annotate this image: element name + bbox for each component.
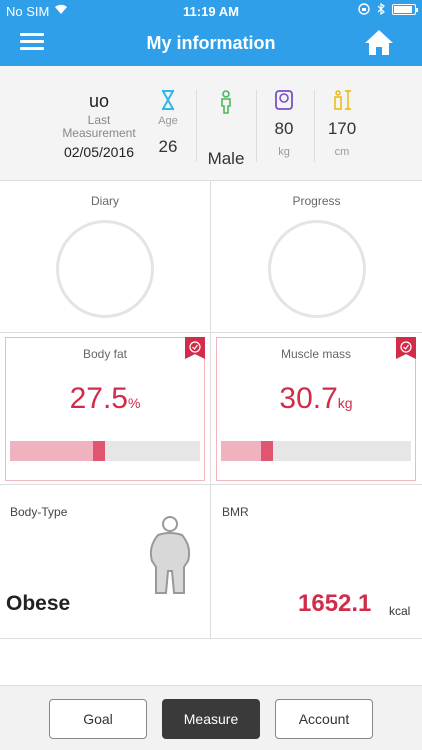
age-value: 26 xyxy=(158,137,178,156)
body-fat-bar-fill xyxy=(10,441,99,461)
goal-button[interactable]: Goal xyxy=(49,699,147,739)
bmr-label: BMR xyxy=(222,505,249,519)
height-unit: cm xyxy=(334,146,350,158)
page-title: My information xyxy=(146,33,276,53)
home-icon xyxy=(365,30,393,55)
muscle-mass-value: 30.7kg xyxy=(217,382,415,416)
diary-card[interactable]: Diary xyxy=(0,182,210,332)
status-bar: No SIM 11:19 AM xyxy=(0,0,422,22)
muscle-mass-label: Muscle mass xyxy=(280,347,351,361)
profile-summary: uo Last Measurement 02/05/2016 Age 26 Ma… xyxy=(0,66,422,181)
battery-icon xyxy=(392,3,418,15)
body-type-value: Obese xyxy=(6,592,71,615)
body-fat-value: 27.5% xyxy=(6,382,204,416)
divider xyxy=(256,90,257,162)
scale-icon xyxy=(275,90,293,110)
height-icon xyxy=(334,90,351,110)
divider xyxy=(196,90,197,162)
bluetooth-icon xyxy=(377,3,385,15)
status-right xyxy=(358,3,418,15)
rotation-lock-icon xyxy=(358,3,370,15)
height-stat: 170 cm xyxy=(322,90,362,158)
height-value: 170 xyxy=(327,119,357,138)
weight-unit: kg xyxy=(278,146,290,158)
body-fat-card[interactable]: Body fat 27.5% xyxy=(5,337,205,481)
bmr-value: 1652.1 xyxy=(298,590,372,617)
body-type-label: Body-Type xyxy=(10,505,68,519)
muscle-mass-number: 30.7 xyxy=(279,382,338,415)
hourglass-icon xyxy=(162,90,174,110)
progress-ring xyxy=(268,220,366,318)
age-label: Age xyxy=(158,115,178,127)
last-measurement-date: 02/05/2016 xyxy=(63,144,135,160)
progress-card[interactable]: Progress xyxy=(211,182,422,332)
app-header: No SIM 11:19 AM My information xyxy=(0,0,422,66)
username: uo xyxy=(88,91,110,111)
person-icon xyxy=(221,90,231,114)
body-fat-bar-marker xyxy=(93,441,105,461)
bottom-tab-bar: Goal Measure Account xyxy=(0,685,422,750)
body-fat-unit: % xyxy=(127,395,141,411)
diary-label: Diary xyxy=(90,194,119,208)
user-block: uo Last Measurement 02/05/2016 xyxy=(56,91,142,160)
muscle-mass-bar-marker xyxy=(261,441,273,461)
muscle-mass-bar xyxy=(221,441,411,461)
measure-button[interactable]: Measure xyxy=(162,699,260,739)
body-fat-number: 27.5 xyxy=(69,382,128,415)
grid-divider xyxy=(0,638,422,639)
muscle-mass-card[interactable]: Muscle mass 30.7kg xyxy=(216,337,416,481)
body-figure-icon xyxy=(149,516,191,594)
diary-ring xyxy=(56,220,154,318)
body-fat-bar xyxy=(10,441,200,461)
gender-stat: Male xyxy=(204,90,248,169)
gender-value: Male xyxy=(207,149,245,168)
weight-value: 80 xyxy=(274,119,294,138)
progress-label: Progress xyxy=(292,194,341,208)
grid-divider xyxy=(0,332,422,333)
body-fat-label: Body fat xyxy=(82,347,128,361)
muscle-mass-unit: kg xyxy=(337,395,353,411)
last-measurement-label: Last Measurement xyxy=(62,113,136,140)
account-button[interactable]: Account xyxy=(275,699,373,739)
weight-stat: 80 kg xyxy=(266,90,302,158)
bmr-unit: kcal xyxy=(389,604,411,618)
divider xyxy=(314,90,315,162)
age-stat: Age 26 xyxy=(150,90,186,157)
home-button[interactable] xyxy=(364,28,394,56)
